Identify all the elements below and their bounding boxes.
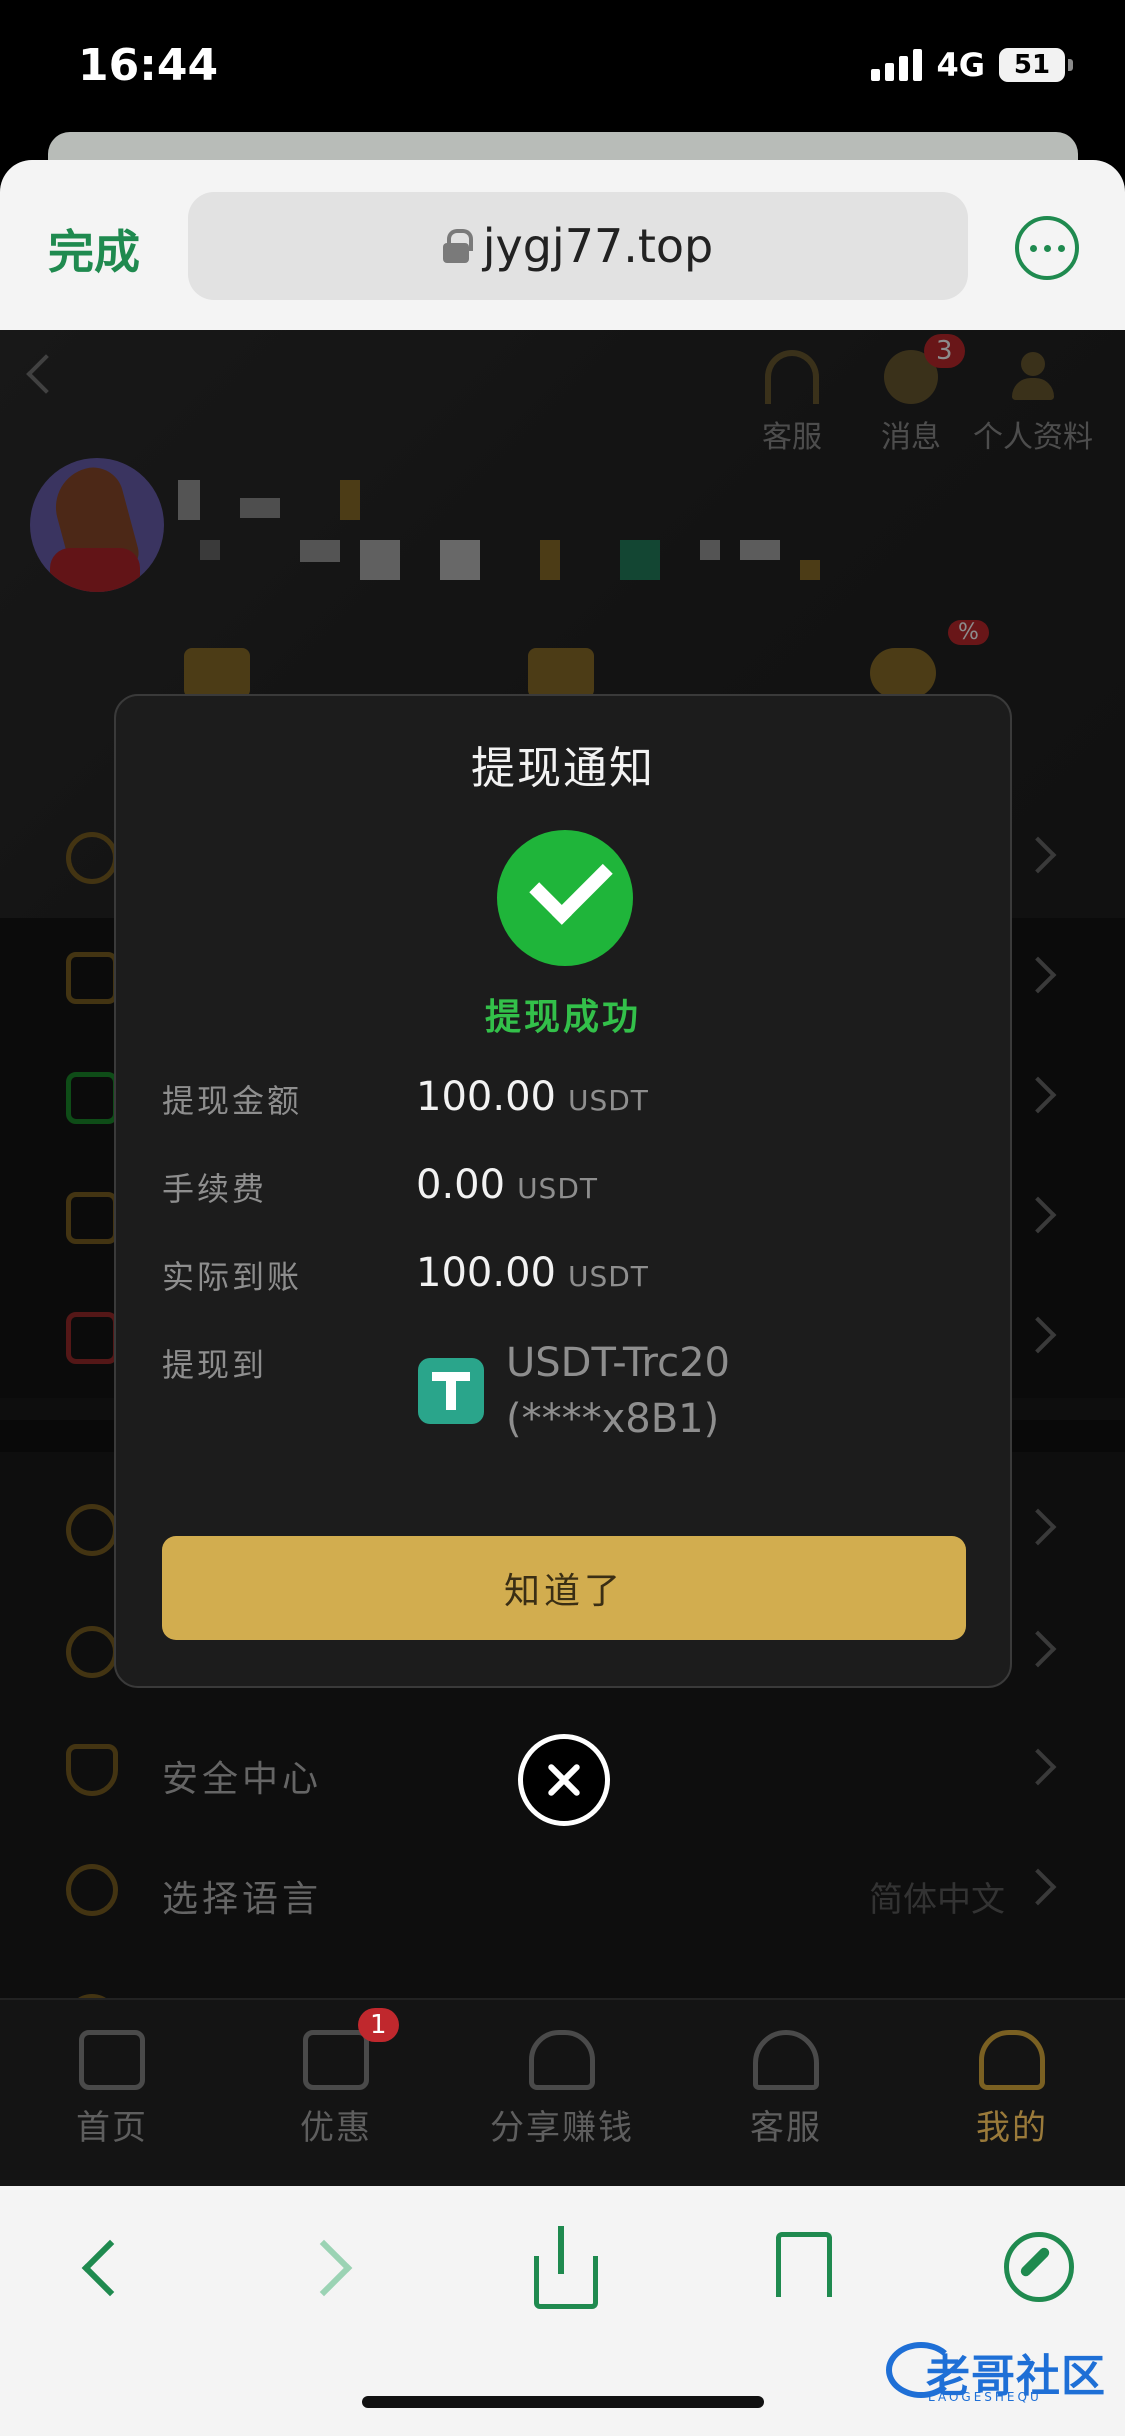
tab-home[interactable]: 首页: [32, 2030, 192, 2149]
headset-icon: [753, 2030, 819, 2090]
tab-label: 优惠: [300, 2108, 372, 2148]
ok-button[interactable]: 知道了: [162, 1536, 966, 1640]
gift-icon: [303, 2030, 369, 2090]
browser-top-bar: 完成 jygj77.top: [0, 160, 1125, 330]
tab-promotions[interactable]: 优惠: [256, 2030, 416, 2149]
browser-back-icon[interactable]: [60, 2226, 140, 2306]
amount-label: 提现金额: [162, 1082, 303, 1120]
amount-value: 100.00 USDT: [416, 1074, 649, 1120]
tab-customer-service[interactable]: 客服: [706, 2030, 866, 2149]
destination-label: 提现到: [162, 1346, 268, 1384]
browser-forward-icon[interactable]: [290, 2226, 370, 2306]
close-icon[interactable]: [518, 1734, 610, 1826]
status-indicators: 4G 51: [871, 46, 1073, 84]
success-status: 提现成功: [484, 997, 641, 1038]
share-icon[interactable]: [522, 2226, 602, 2309]
signal-icon: [871, 49, 923, 81]
share-people-icon: [529, 2030, 595, 2090]
bookmark-icon[interactable]: [760, 2226, 840, 2306]
tab-label: 分享赚钱: [490, 2108, 634, 2148]
watermark-logo: 老哥社区 LAOGESHEQU: [886, 2334, 1110, 2406]
tab-mine[interactable]: 我的: [932, 2030, 1092, 2149]
bottom-tab-bar: 首页 优惠 1 分享赚钱 客服 我的: [0, 1998, 1125, 2186]
home-indicator[interactable]: [362, 2396, 764, 2408]
network-type: 4G: [936, 46, 985, 84]
received-label: 实际到账: [162, 1258, 303, 1296]
tab-share-earn[interactable]: 分享赚钱: [482, 2030, 642, 2149]
home-icon: [79, 2030, 145, 2090]
fee-label: 手续费: [162, 1170, 268, 1208]
url-text: jygj77.top: [482, 219, 714, 273]
destination-name: USDT-Trc20: [506, 1340, 731, 1386]
watermark-sub: LAOGESHEQU: [928, 2390, 1042, 2404]
fee-value: 0.00 USDT: [416, 1162, 598, 1208]
url-bar[interactable]: jygj77.top: [188, 192, 968, 300]
done-button[interactable]: 完成: [48, 216, 140, 282]
tab-label: 客服: [750, 2108, 822, 2148]
compass-icon[interactable]: [998, 2226, 1078, 2306]
lock-icon: [442, 229, 473, 263]
withdrawal-notice-modal: 提现通知 提现成功 提现金额 100.00 USDT 手续费 0.00 USDT 实…: [114, 694, 1012, 1688]
user-icon: [979, 2030, 1045, 2090]
more-options-button[interactable]: [1015, 216, 1079, 280]
modal-title: 提现通知: [471, 743, 655, 794]
battery-icon: 51: [999, 48, 1073, 82]
tether-icon: [418, 1358, 484, 1424]
battery-level: 51: [1013, 50, 1051, 80]
success-check-icon: [497, 830, 633, 966]
tab-label: 首页: [76, 2108, 148, 2148]
status-time: 16:44: [78, 40, 219, 91]
promotions-badge: 1: [358, 2008, 399, 2042]
destination-account: (****x8B1): [506, 1396, 720, 1442]
received-value: 100.00 USDT: [416, 1250, 649, 1296]
status-bar: 16:44 4G 51: [0, 0, 1125, 140]
tab-label: 我的: [976, 2108, 1048, 2148]
